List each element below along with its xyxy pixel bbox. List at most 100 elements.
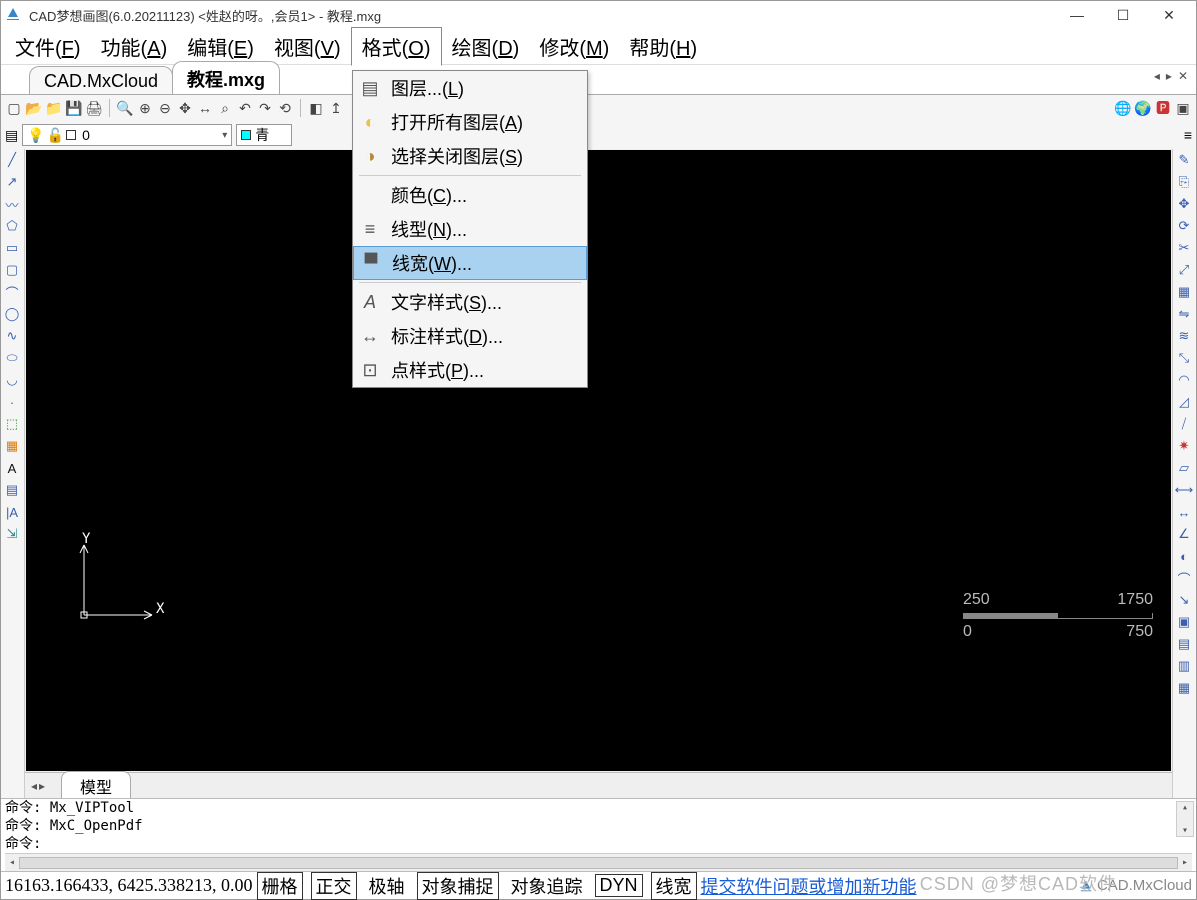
point-icon[interactable]: · xyxy=(1,391,23,413)
tab-model[interactable]: 模型 xyxy=(61,771,131,800)
fillet-icon[interactable]: ◠ xyxy=(1173,369,1195,391)
dim-linear-icon[interactable]: ⟷ xyxy=(1173,479,1195,501)
menu-layer[interactable]: ▤图层...(L) xyxy=(353,71,587,105)
line-icon[interactable]: ╱ xyxy=(1,149,23,171)
feedback-link[interactable]: 提交软件问题或增加新功能 xyxy=(701,873,917,899)
text-icon[interactable]: A xyxy=(1,457,23,479)
menu-close-layer[interactable]: ◑选择关闭图层(S) xyxy=(353,139,587,173)
new-icon[interactable]: ▢ xyxy=(5,99,23,117)
menu-modify[interactable]: 修改(M) xyxy=(529,28,619,65)
menu-draw[interactable]: 绘图(D) xyxy=(442,28,530,65)
menu-color[interactable]: 颜色(C)... xyxy=(353,178,587,212)
zoom-prev-icon[interactable]: ⟲ xyxy=(276,99,294,117)
tab-close[interactable]: ✕ xyxy=(1176,69,1190,83)
break-icon[interactable]: ⧸ xyxy=(1173,413,1195,435)
scroll-h[interactable]: ◂▸ xyxy=(5,853,1192,871)
circle-icon[interactable]: ◯ xyxy=(1,303,23,325)
menu-dimstyle[interactable]: ↔标注样式(D)... xyxy=(353,319,587,353)
status-ortho[interactable]: 正交 xyxy=(311,872,357,900)
move-icon[interactable]: ✥ xyxy=(1173,193,1195,215)
zoom-in-icon[interactable]: ⊕ xyxy=(136,99,154,117)
menu-lineweight[interactable]: ▀线宽(W)... xyxy=(353,246,587,280)
tool-a-icon[interactable]: ◧ xyxy=(307,99,325,117)
dim-icon[interactable]: |A xyxy=(1,501,23,523)
menu-format[interactable]: 格式(O) xyxy=(351,27,442,66)
mirror-icon[interactable]: ⇋ xyxy=(1173,303,1195,325)
open-icon[interactable]: 📂 xyxy=(25,99,43,117)
vtab-next[interactable]: ▸ xyxy=(39,779,45,793)
array-icon[interactable]: ▦ xyxy=(1173,281,1195,303)
extend-icon[interactable]: ⤢ xyxy=(1173,259,1195,281)
menu-open-all-layers[interactable]: ◐打开所有图层(A) xyxy=(353,105,587,139)
drawing-canvas[interactable]: Y X 2501750 0750 xyxy=(26,150,1171,771)
globe-icon[interactable]: 🌍 xyxy=(1134,99,1152,117)
cmd-input[interactable]: 命令: xyxy=(5,835,1192,853)
tab-mxcloud[interactable]: CAD.MxCloud xyxy=(29,66,173,94)
menu-linetype[interactable]: ≡线型(N)... xyxy=(353,212,587,246)
redo-icon[interactable]: ↷ xyxy=(256,99,274,117)
tab-tutorial[interactable]: 教程.mxg xyxy=(172,61,280,94)
close-button[interactable]: ✕ xyxy=(1146,1,1192,29)
polyline-icon[interactable]: 〰 xyxy=(1,193,23,215)
lineweight-btn[interactable]: ≡ xyxy=(1184,127,1192,143)
status-lweight[interactable]: 线宽 xyxy=(651,872,697,900)
leader-icon[interactable]: ↘ xyxy=(1173,589,1195,611)
measure-icon[interactable]: ↔ xyxy=(196,99,214,117)
pan-icon[interactable]: ✥ xyxy=(176,99,194,117)
zoom-out-icon[interactable]: ⊖ xyxy=(156,99,174,117)
menu-textstyle[interactable]: A文字样式(S)... xyxy=(353,285,587,319)
erase-icon[interactable]: ▱ xyxy=(1173,457,1195,479)
tool-r23-icon[interactable]: ▤ xyxy=(1173,633,1195,655)
tool-r1-icon[interactable]: ✎ xyxy=(1173,149,1195,171)
zoom-ext-icon[interactable]: ⌕ xyxy=(216,99,234,117)
arc-icon[interactable]: ⌒ xyxy=(1,281,23,303)
maximize-button[interactable]: ☐ xyxy=(1100,1,1146,29)
open2-icon[interactable]: 📁 xyxy=(45,99,63,117)
explode-icon[interactable]: ✷ xyxy=(1173,435,1195,457)
menu-pointstyle[interactable]: ⊡点样式(P)... xyxy=(353,353,587,387)
trim-icon[interactable]: ✂ xyxy=(1173,237,1195,259)
export-icon[interactable]: ▣ xyxy=(1174,99,1192,117)
ellipse-icon[interactable]: ⬭ xyxy=(1,347,23,369)
dim-angular-icon[interactable]: ∠ xyxy=(1173,523,1195,545)
hatch-icon[interactable]: ▦ xyxy=(1,435,23,457)
menu-edit[interactable]: 编辑(E) xyxy=(177,28,264,65)
tool-r22-icon[interactable]: ▣ xyxy=(1173,611,1195,633)
block-icon[interactable]: ⬚ xyxy=(1,413,23,435)
polygon-icon[interactable]: ⬠ xyxy=(1,215,23,237)
rotate-icon[interactable]: ⟳ xyxy=(1173,215,1195,237)
mtext-icon[interactable]: ▤ xyxy=(1,479,23,501)
menu-function[interactable]: 功能(A) xyxy=(91,28,178,65)
web-icon[interactable]: 🌐 xyxy=(1114,99,1132,117)
copy-icon[interactable]: ⎘ xyxy=(1173,171,1195,193)
rectangle-icon[interactable]: ▭ xyxy=(1,237,23,259)
status-osnap[interactable]: 对象捕捉 xyxy=(417,872,499,900)
dim-radius-icon[interactable]: ◐ xyxy=(1173,545,1195,567)
undo-icon[interactable]: ↶ xyxy=(236,99,254,117)
status-grid[interactable]: 栅格 xyxy=(257,872,303,900)
menu-view[interactable]: 视图(V) xyxy=(264,28,351,65)
pdf-icon[interactable]: 🅿 xyxy=(1154,99,1172,117)
tool-r25-icon[interactable]: ▦ xyxy=(1173,677,1195,699)
tab-next[interactable]: ▸ xyxy=(1164,69,1174,83)
tab-prev[interactable]: ◂ xyxy=(1152,69,1162,83)
zoom-win-icon[interactable]: 🔍 xyxy=(116,99,134,117)
print-icon[interactable]: 🖨 xyxy=(85,99,103,117)
scroll-v[interactable]: ▴▾ xyxy=(1176,801,1194,837)
dim-arc-icon[interactable]: ⌒ xyxy=(1173,567,1195,589)
status-otrack[interactable]: 对象追踪 xyxy=(507,873,587,899)
dim-aligned-icon[interactable]: ↔ xyxy=(1173,501,1195,523)
layer-select[interactable]: 💡 🔓 0 ▾ xyxy=(22,124,232,146)
ray-icon[interactable]: ↗ xyxy=(1,171,23,193)
tool-r24-icon[interactable]: ▥ xyxy=(1173,655,1195,677)
align-icon[interactable]: ⇲ xyxy=(1,523,23,545)
color-select[interactable]: 青 xyxy=(236,124,292,146)
tool-b-icon[interactable]: ↥ xyxy=(327,99,345,117)
scale-icon[interactable]: ⤡ xyxy=(1173,347,1195,369)
layer-mgr-icon[interactable]: ▤ xyxy=(5,127,18,144)
vtab-prev[interactable]: ◂ xyxy=(31,779,37,793)
minimize-button[interactable]: — xyxy=(1054,1,1100,29)
status-polar[interactable]: 极轴 xyxy=(365,873,409,899)
chamfer-icon[interactable]: ◿ xyxy=(1173,391,1195,413)
save-icon[interactable]: 💾 xyxy=(65,99,83,117)
